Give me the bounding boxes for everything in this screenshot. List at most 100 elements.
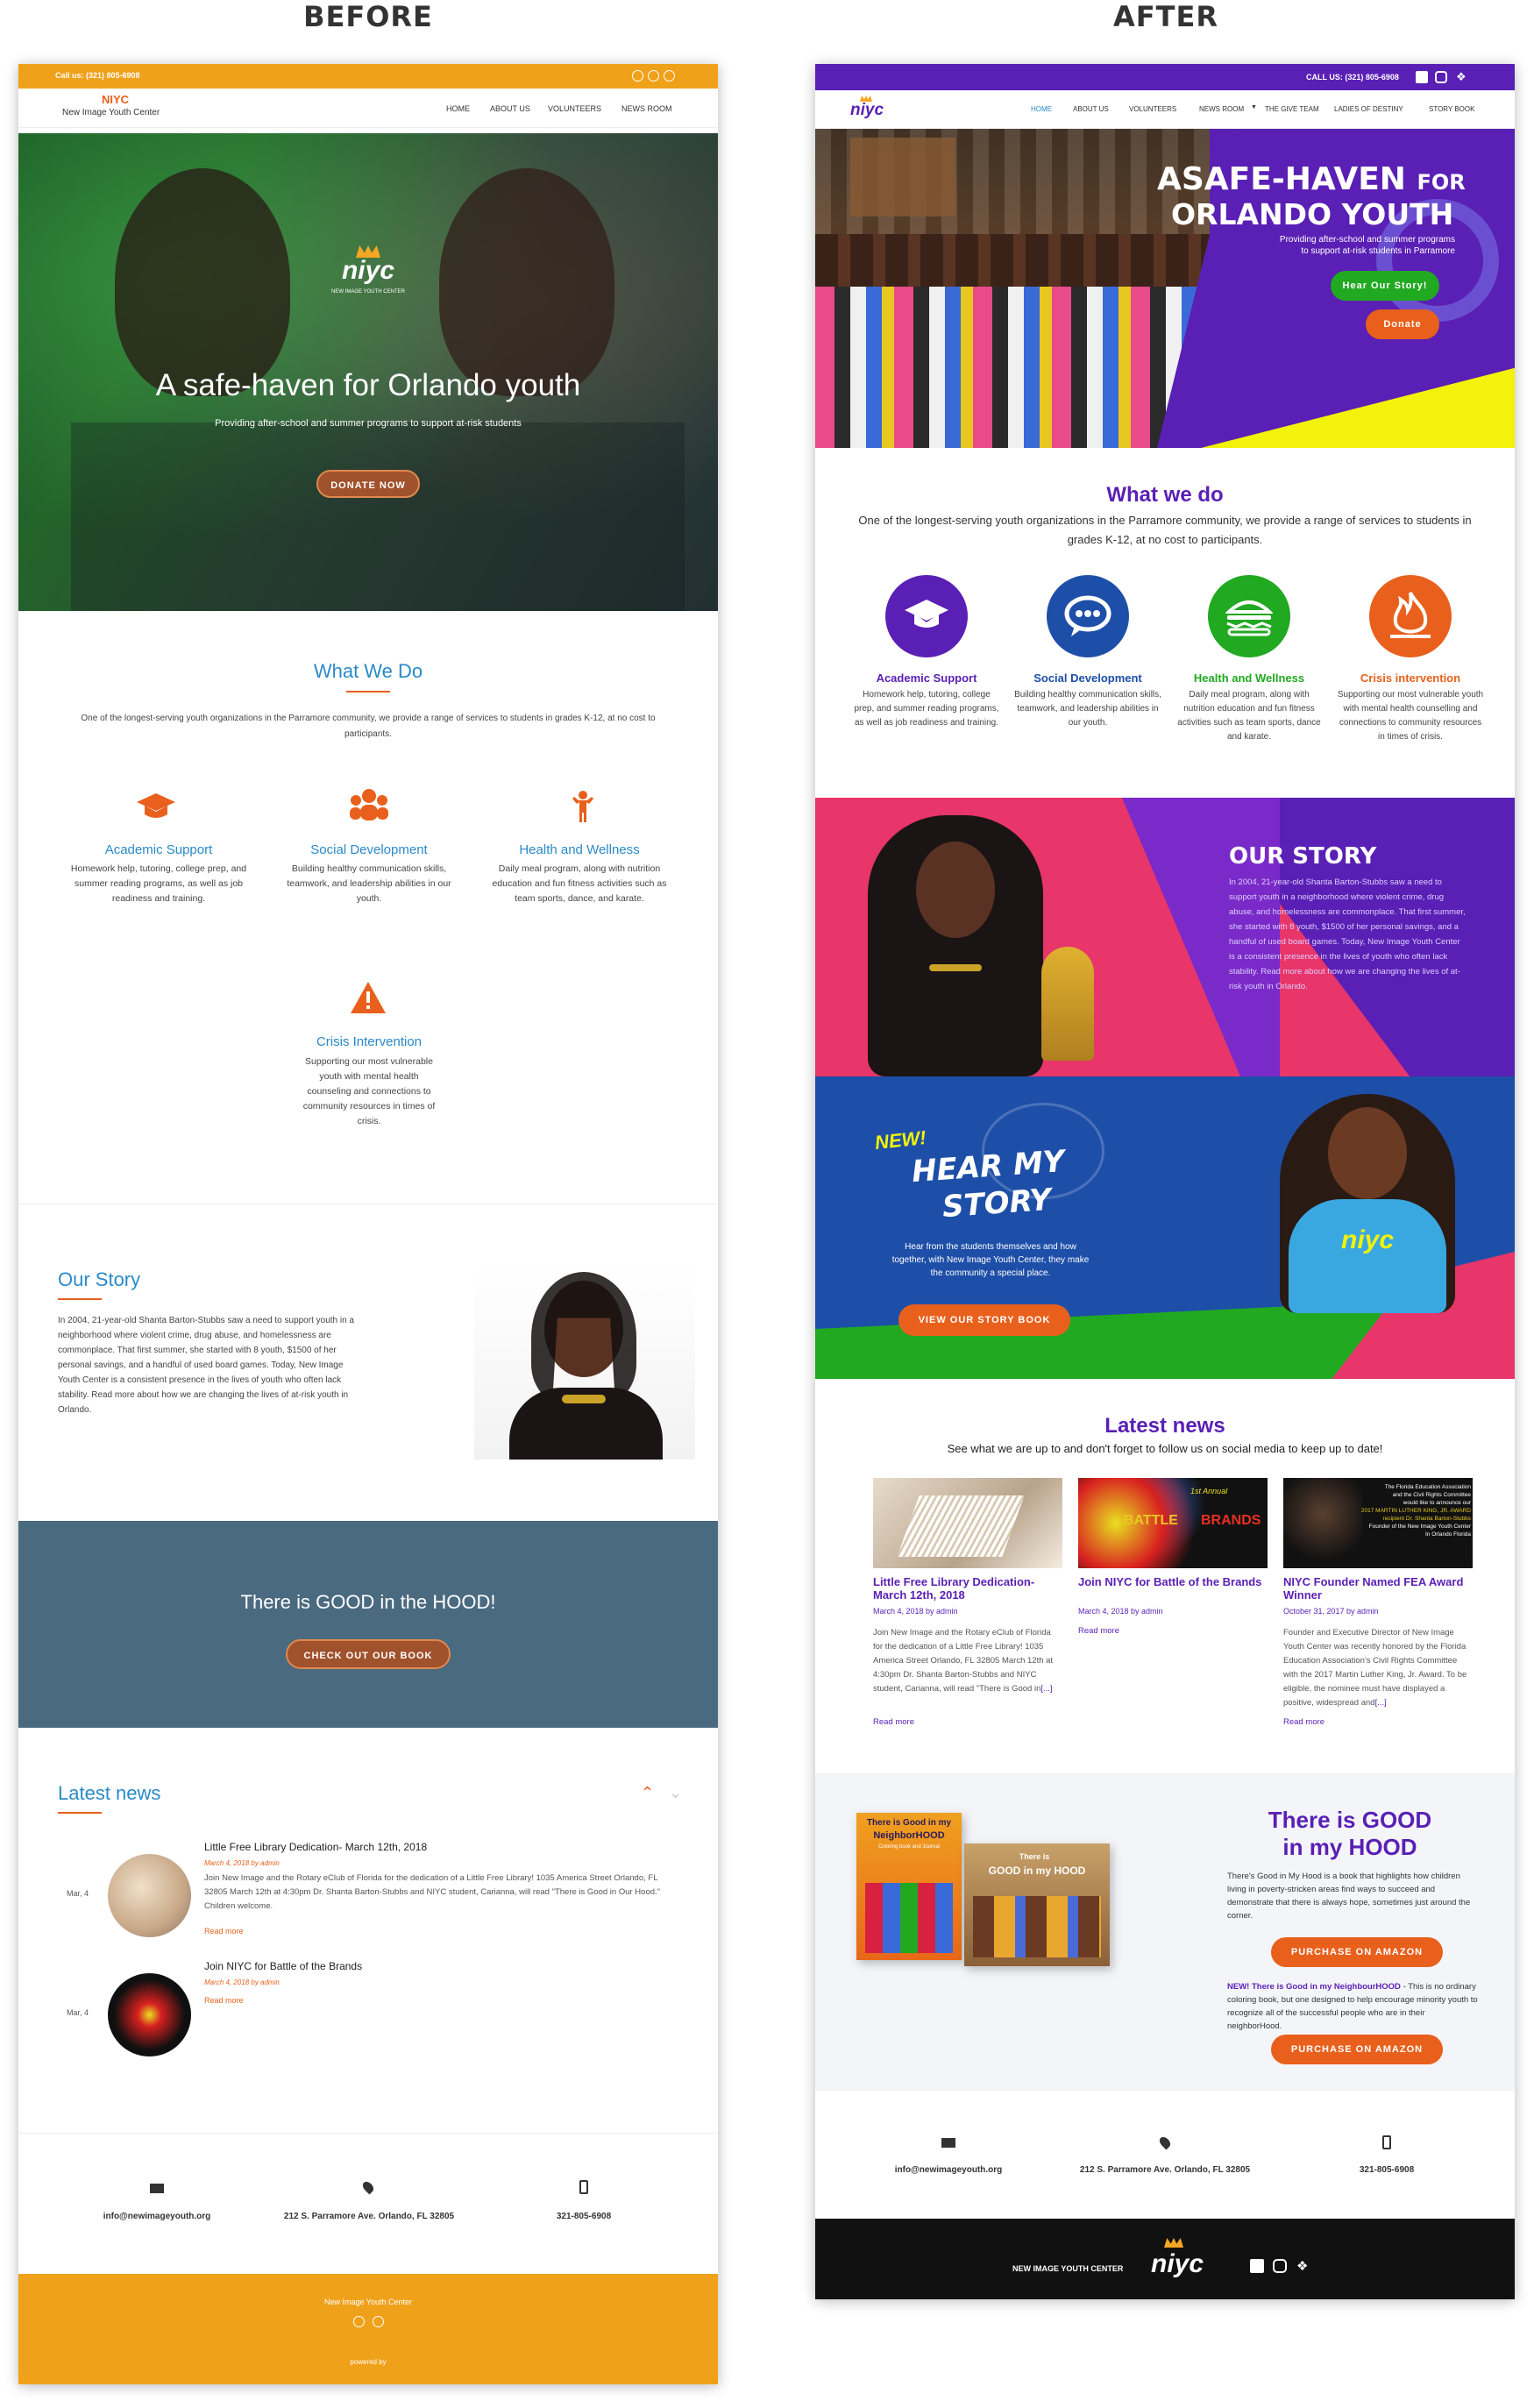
- feature-desc: Supporting our most vulnerable youth wit…: [302, 1056, 436, 1126]
- news-meta: March 4, 2018 by admin: [204, 1978, 280, 1986]
- hero-subtitle: Providing after-school and summer progra…: [215, 418, 522, 429]
- hear-my-story-text: Hear from the students themselves and ho…: [891, 1242, 1090, 1278]
- news-meta: October 31, 2017 by admin: [1283, 1607, 1379, 1616]
- book-section: There is Good in my NeighborHOOD Colorin…: [815, 1773, 1515, 2091]
- twitter-icon[interactable]: ❖: [1456, 71, 1467, 82]
- news-title[interactable]: Little Free Library Dedication- March 12…: [873, 1575, 1062, 1602]
- view-story-book-button[interactable]: VIEW OUR STORY BOOK: [898, 1304, 1070, 1336]
- nav-about[interactable]: ABOUT US: [490, 104, 530, 113]
- read-more-link[interactable]: Read more: [1283, 1717, 1324, 1727]
- our-story-text: In 2004, 21-year-old Shanta Barton-Stubb…: [58, 1316, 354, 1415]
- nav-volunteers[interactable]: VOLUNTEERS: [1129, 105, 1176, 113]
- news-excerpt: Join New Image and the Rotary eClub of F…: [204, 1873, 661, 1911]
- envelope-icon: [941, 2138, 955, 2148]
- purchase-on-amazon-button[interactable]: PURCHASE ON AMAZON: [1271, 1937, 1443, 1967]
- facebook-icon[interactable]: [1416, 71, 1428, 83]
- news-thumbnail[interactable]: 1st Annual BATTLE BRANDS: [1078, 1478, 1268, 1568]
- crown-icon: [1164, 2238, 1183, 2248]
- news-title[interactable]: Join NIYC for Battle of the Brands: [1078, 1575, 1268, 1588]
- nav-home[interactable]: HOME: [1031, 105, 1052, 113]
- nav-story-book[interactable]: STORY BOOK: [1429, 105, 1474, 113]
- logo-subtitle: New Image Youth Center: [62, 108, 160, 117]
- chevron-down-icon[interactable]: ⌄: [669, 1784, 682, 1802]
- hero-title: A safe-haven for Orlando youth: [155, 368, 581, 402]
- crown-icon: [356, 245, 380, 258]
- nav-volunteers[interactable]: VOLUNTEERS: [548, 104, 601, 113]
- hero-title-line2: ORLANDO YOUTH: [1171, 197, 1454, 231]
- chevron-up-icon[interactable]: ⌃: [641, 1784, 654, 1802]
- contact-phone[interactable]: 321-805-6908: [496, 2212, 671, 2221]
- graduation-cap-icon: [885, 575, 968, 657]
- instagram-icon[interactable]: [373, 2316, 384, 2327]
- news-thumbnail[interactable]: [108, 1973, 191, 2056]
- read-more-link[interactable]: Read more: [204, 1996, 244, 2005]
- news-title[interactable]: Little Free Library Dedication- March 12…: [204, 1841, 427, 1853]
- donate-button[interactable]: Donate: [1366, 309, 1439, 339]
- news-thumbnail[interactable]: The Florida Education Association and th…: [1283, 1478, 1473, 1568]
- instagram-icon[interactable]: [664, 70, 675, 82]
- logo-name[interactable]: NIYC: [102, 93, 129, 106]
- map-pin-icon: [1157, 2135, 1173, 2150]
- student-photo: niyc: [1280, 1094, 1455, 1313]
- check-out-book-button[interactable]: CHECK OUT OUR BOOK: [286, 1639, 451, 1669]
- nav-newsroom[interactable]: NEWS ROOM: [1199, 105, 1244, 113]
- twitter-icon[interactable]: [648, 70, 659, 82]
- news-title[interactable]: Join NIYC for Battle of the Brands: [204, 1960, 362, 1972]
- purchase-coloring-book-button[interactable]: PURCHASE ON AMAZON: [1271, 2035, 1443, 2064]
- contact-email[interactable]: info@newimageyouth.org: [861, 2165, 1036, 2175]
- book-title: There is GOOD in my HOOD: [1268, 1807, 1432, 1860]
- nav-ladies-of-destiny[interactable]: LADIES OF DESTINY: [1334, 105, 1403, 113]
- facebook-icon[interactable]: [1250, 2259, 1264, 2273]
- book-cover[interactable]: There is GOOD in my HOOD: [964, 1843, 1110, 1966]
- what-we-do-title: What we do: [1106, 483, 1224, 507]
- news-title[interactable]: NIYC Founder Named FEA Award Winner: [1283, 1575, 1473, 1602]
- coloring-book-description: NEW! There is Good in my NeighbourHOOD -…: [1227, 1982, 1478, 2031]
- news-date: Mar, 4: [67, 1889, 89, 1898]
- contact-email[interactable]: info@newimageyouth.org: [69, 2212, 245, 2221]
- latest-news-title: Latest news: [58, 1782, 161, 1804]
- news-thumbnail[interactable]: [108, 1854, 191, 1937]
- book-banner-title: There is GOOD in the HOOD!: [240, 1591, 496, 1613]
- nav-about[interactable]: ABOUT US: [1073, 105, 1109, 113]
- group-icon: [350, 788, 388, 823]
- nav-give-team[interactable]: THE GIVE TEAM: [1265, 105, 1319, 113]
- instagram-icon[interactable]: [1273, 2259, 1287, 2273]
- nav-newsroom[interactable]: NEWS ROOM: [621, 104, 672, 113]
- coloring-book-cover[interactable]: There is Good in my NeighborHOOD Colorin…: [856, 1813, 962, 1960]
- facebook-icon[interactable]: [353, 2316, 365, 2327]
- award-thumb-text: The Florida Education Association and th…: [1360, 1484, 1471, 1538]
- before-label: BEFORE: [303, 0, 433, 33]
- our-story-text: In 2004, 21-year-old Shanta Barton-Stubb…: [1229, 877, 1466, 991]
- feature-title: Health and Wellness: [1193, 671, 1305, 685]
- call-us-text: Call us: (321) 805-6908: [55, 71, 140, 80]
- facebook-icon[interactable]: [632, 70, 643, 82]
- footer-name: New Image Youth Center: [323, 2298, 413, 2306]
- book-banner: There is GOOD in the HOOD! CHECK OUT OUR…: [18, 1521, 718, 1728]
- site-logo[interactable]: niyc: [850, 101, 884, 120]
- after-website: CALL US: (321) 805-6908 ❖ niyc HOME ABOU…: [815, 64, 1515, 2299]
- read-more-link[interactable]: Read more: [873, 1717, 914, 1727]
- twitter-icon[interactable]: ❖: [1296, 2258, 1308, 2274]
- read-more-link[interactable]: Read more: [204, 1927, 244, 1936]
- phone-icon: [1382, 2135, 1391, 2149]
- site-header: NIYC New Image Youth Center HOME ABOUT U…: [18, 89, 718, 128]
- burger-icon: [1208, 575, 1290, 657]
- group-photo: [815, 129, 1210, 448]
- site-footer: New Image Youth Center powered by: [18, 2274, 718, 2384]
- what-we-do-intro: One of the longest-serving youth organiz…: [858, 514, 1472, 546]
- instagram-icon[interactable]: [1435, 71, 1447, 83]
- contact-phone[interactable]: 321-805-6908: [1299, 2165, 1474, 2175]
- read-more-link[interactable]: Read more: [1078, 1626, 1119, 1636]
- footer-logo[interactable]: niyc: [1151, 2249, 1204, 2279]
- feature-title: Social Development: [1033, 671, 1142, 685]
- person-photo: [115, 168, 290, 396]
- title-underline: [58, 1298, 102, 1300]
- powered-by: powered by: [350, 2358, 387, 2366]
- donate-now-button[interactable]: DONATE NOW: [316, 470, 420, 498]
- news-thumbnail[interactable]: [873, 1478, 1062, 1568]
- hear-our-story-button[interactable]: Hear Our Story!: [1331, 271, 1439, 301]
- latest-news-subtitle: See what we are up to and don't forget t…: [947, 1442, 1383, 1455]
- nav-home[interactable]: HOME: [446, 104, 470, 113]
- feature-title: Crisis Intervention: [316, 1034, 423, 1049]
- feature-title: Academic Support: [104, 842, 213, 857]
